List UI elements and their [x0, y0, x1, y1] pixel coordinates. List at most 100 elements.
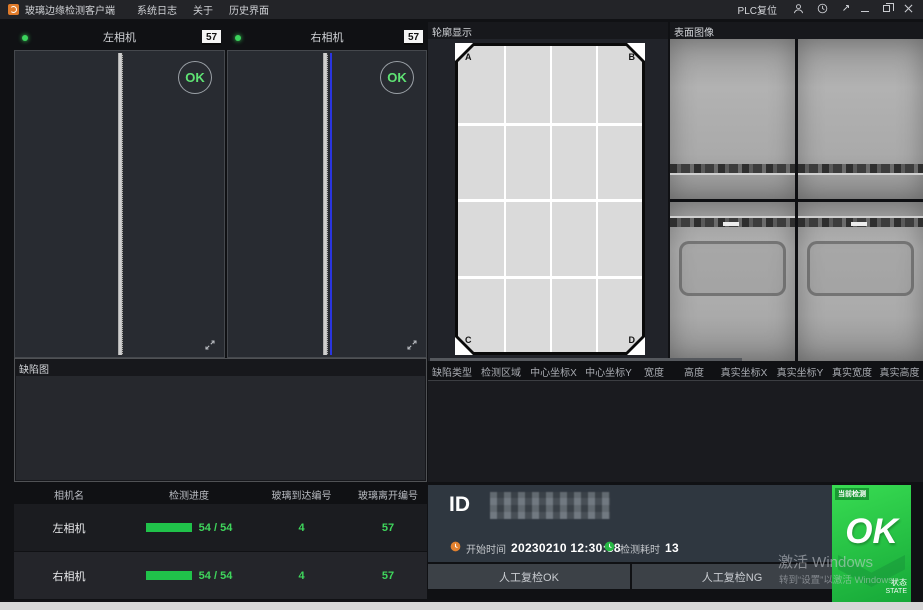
minimize-button[interactable]: [861, 4, 869, 15]
defect-table: 缺陷类型 检测区域 中心坐标X 中心坐标Y 宽度 高度 真实坐标X 真实坐标Y …: [428, 362, 923, 482]
restore-button[interactable]: [883, 4, 890, 15]
left-camera-counter[interactable]: 57: [202, 30, 221, 45]
col-progress: 检测进度: [124, 487, 254, 502]
col-center-x: 中心坐标X: [526, 364, 581, 379]
user-icon[interactable]: [793, 3, 804, 17]
close-button[interactable]: [904, 4, 913, 16]
right-camera-label: 右相机: [227, 26, 427, 50]
elapsed-value: 13: [665, 541, 679, 555]
left-camera-panel: 左相机 57 OK: [14, 26, 225, 358]
menu-about[interactable]: 关于: [193, 2, 213, 17]
glass-outline-graphic: A B C D: [455, 43, 645, 355]
col-leave-no: 玻璃离开编号: [349, 487, 427, 502]
state-label-en: STATE: [885, 588, 907, 597]
progress-bar: [146, 571, 192, 580]
progress-label: 54 / 54: [199, 522, 233, 534]
surface-image-bottom-left[interactable]: [670, 202, 795, 362]
surface-image-grid: [670, 39, 923, 361]
edge-fit-line: [330, 53, 332, 355]
col-detect-area: 检测区域: [476, 364, 526, 379]
id-label: ID: [449, 493, 470, 517]
camera-table-header: 相机名 检测进度 玻璃到达编号 玻璃离开编号: [14, 486, 427, 503]
defect-table-header: 缺陷类型 检测区域 中心坐标X 中心坐标Y 宽度 高度 真实坐标X 真实坐标Y …: [428, 362, 923, 380]
col-real-height: 真实高度: [876, 364, 923, 379]
col-real-width: 真实宽度: [828, 364, 876, 379]
windows-activation-watermark-sub: 转到“设置”以激活 Windows。: [779, 572, 903, 586]
windows-activation-watermark: 激活 Windows: [778, 551, 873, 572]
right-camera-view: OK: [227, 50, 427, 358]
arrive-no-value: 4: [254, 522, 349, 534]
left-camera-view: OK: [14, 50, 225, 358]
expand-icon[interactable]: [406, 339, 418, 351]
glass-edge-strip: [118, 53, 123, 355]
window-bottom-edge: [0, 602, 923, 610]
scale-icon[interactable]: [841, 3, 851, 16]
status-dot-icon: [235, 35, 241, 41]
defect-table-body: [428, 380, 923, 482]
elapsed-group: 检测耗时 13: [604, 539, 679, 557]
corner-label-b: B: [629, 52, 636, 62]
result-info: ID 开始时间 20230210 12:30:58 检测耗时 13: [428, 485, 832, 562]
leave-no-value: 57: [349, 570, 427, 582]
right-camera-counter[interactable]: 57: [404, 30, 423, 45]
progress-cell: 54 / 54: [124, 522, 254, 534]
start-time-clock-icon: [450, 539, 461, 557]
camera-progress-table: 相机名 检测进度 玻璃到达编号 玻璃离开编号 左相机 54 / 54 4 57 …: [14, 486, 427, 600]
elapsed-label: 检测耗时: [620, 541, 660, 556]
corner-label-a: A: [465, 52, 472, 62]
contour-panel: 轮廓显示 A B C D: [428, 22, 668, 361]
left-camera-ok-badge: OK: [178, 61, 212, 94]
surface-image-bottom-right[interactable]: [798, 202, 923, 362]
table-row: 左相机 54 / 54 4 57: [14, 504, 427, 551]
right-camera-panel: 右相机 57 OK: [227, 26, 427, 358]
col-height: 高度: [672, 364, 716, 379]
leave-no-value: 57: [349, 522, 427, 534]
left-camera-label: 左相机: [14, 26, 225, 50]
start-time-group: 开始时间 20230210 12:30:58: [450, 539, 621, 557]
table-row: 右相机 54 / 54 4 57: [14, 552, 427, 599]
left-camera-header: 左相机 57: [14, 26, 225, 50]
table-scrollbar[interactable]: [430, 358, 742, 361]
elapsed-clock-icon: [604, 539, 615, 557]
menu-bar: 系统日志 关于 历史界面: [137, 2, 269, 17]
defect-image-panel: 缺陷图: [14, 358, 427, 482]
glass-edge-strip: [323, 53, 328, 355]
surface-image-panel: 表面图像: [670, 22, 923, 361]
defect-image-area: [16, 376, 425, 480]
col-width: 宽度: [636, 364, 672, 379]
right-camera-header: 右相机 57: [227, 26, 427, 50]
right-camera-ok-badge: OK: [380, 61, 414, 94]
status-dot-icon: [22, 35, 28, 41]
col-camera-name: 相机名: [14, 487, 124, 502]
progress-cell: 54 / 54: [124, 570, 254, 582]
menu-history[interactable]: 历史界面: [229, 2, 269, 17]
clock-icon[interactable]: [817, 3, 828, 17]
menu-system-log[interactable]: 系统日志: [137, 2, 177, 17]
col-real-y: 真实坐标Y: [772, 364, 828, 379]
corner-label-c: C: [465, 335, 472, 345]
col-real-x: 真实坐标X: [716, 364, 772, 379]
progress-bar: [146, 523, 192, 532]
surface-image-top-right[interactable]: [798, 39, 923, 199]
main-window: 玻璃边缘检测客户端 系统日志 关于 历史界面 PLC复位: [0, 0, 923, 610]
app-title: 玻璃边缘检测客户端: [25, 2, 115, 17]
progress-label: 54 / 54: [199, 570, 233, 582]
expand-icon[interactable]: [204, 339, 216, 351]
arrive-no-value: 4: [254, 570, 349, 582]
start-time-label: 开始时间: [466, 541, 506, 556]
app-logo-icon: [8, 4, 19, 15]
manual-recheck-ok-button[interactable]: 人工复检OK: [428, 564, 630, 589]
camera-name: 左相机: [14, 520, 124, 536]
id-value-redacted: [490, 492, 610, 519]
plc-reset-button[interactable]: PLC复位: [738, 2, 777, 17]
surface-image-top-left[interactable]: [670, 39, 795, 199]
col-defect-type: 缺陷类型: [428, 364, 476, 379]
contour-display: A B C D: [428, 39, 668, 361]
title-bar: 玻璃边缘检测客户端 系统日志 关于 历史界面 PLC复位: [0, 0, 923, 19]
camera-name: 右相机: [14, 568, 124, 584]
col-arrive-no: 玻璃到达编号: [254, 487, 349, 502]
col-center-y: 中心坐标Y: [581, 364, 636, 379]
corner-label-d: D: [629, 335, 636, 345]
badge-tag: 当前检测: [835, 488, 869, 500]
badge-result-value: OK: [832, 512, 911, 552]
